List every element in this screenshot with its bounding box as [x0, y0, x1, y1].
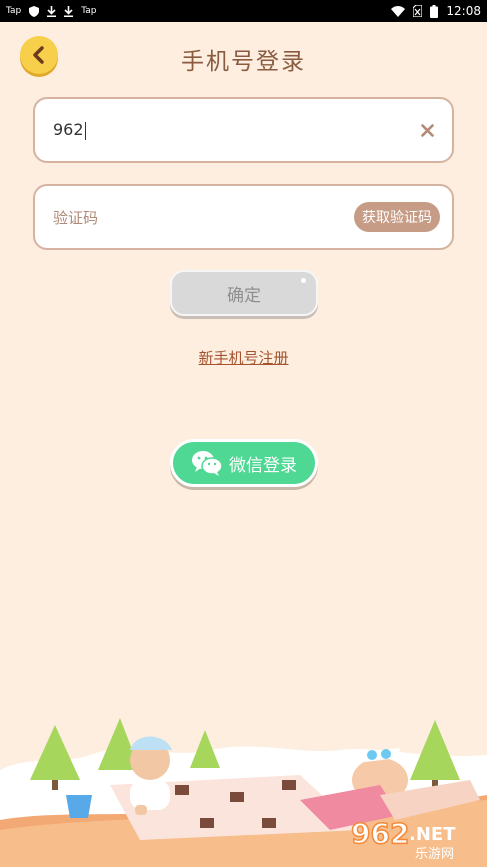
site-watermark-logo: 962 .NET 乐游网	[349, 813, 481, 862]
shield-icon	[29, 5, 40, 17]
get-code-button[interactable]: 获取验证码	[354, 202, 440, 232]
confirm-button[interactable]: 确定	[170, 270, 318, 316]
text-caret	[84, 121, 86, 140]
page-title: 手机号登录	[181, 49, 306, 75]
clock: 12:08	[446, 4, 481, 18]
verification-code-input[interactable]: 验证码	[53, 207, 354, 228]
wechat-icon	[192, 451, 223, 476]
status-bar: Tap Tap 12:08	[0, 0, 487, 22]
no-sim-icon	[413, 5, 423, 17]
phone-input[interactable]: 962	[53, 120, 421, 140]
wechat-label: 微信登录	[229, 455, 297, 476]
battery-icon	[430, 4, 439, 18]
phone-value: 962	[53, 120, 84, 140]
download-icon	[47, 5, 57, 17]
wechat-login-button[interactable]: 微信登录	[170, 439, 318, 487]
phone-field[interactable]: 962	[33, 97, 454, 163]
button-shine	[301, 278, 306, 283]
tap-indicator: Tap	[81, 6, 97, 16]
svg-text:.NET: .NET	[409, 824, 456, 845]
register-link[interactable]: 新手机号注册	[0, 347, 487, 368]
confirm-label: 确定	[227, 285, 261, 306]
svg-text:乐游网: 乐游网	[415, 847, 454, 861]
clear-icon[interactable]	[421, 120, 434, 140]
download-icon	[64, 5, 74, 17]
verification-code-field[interactable]: 验证码 获取验证码	[33, 184, 454, 250]
tap-indicator: Tap	[6, 6, 22, 16]
wifi-icon	[391, 5, 406, 17]
svg-text:962: 962	[351, 817, 409, 850]
